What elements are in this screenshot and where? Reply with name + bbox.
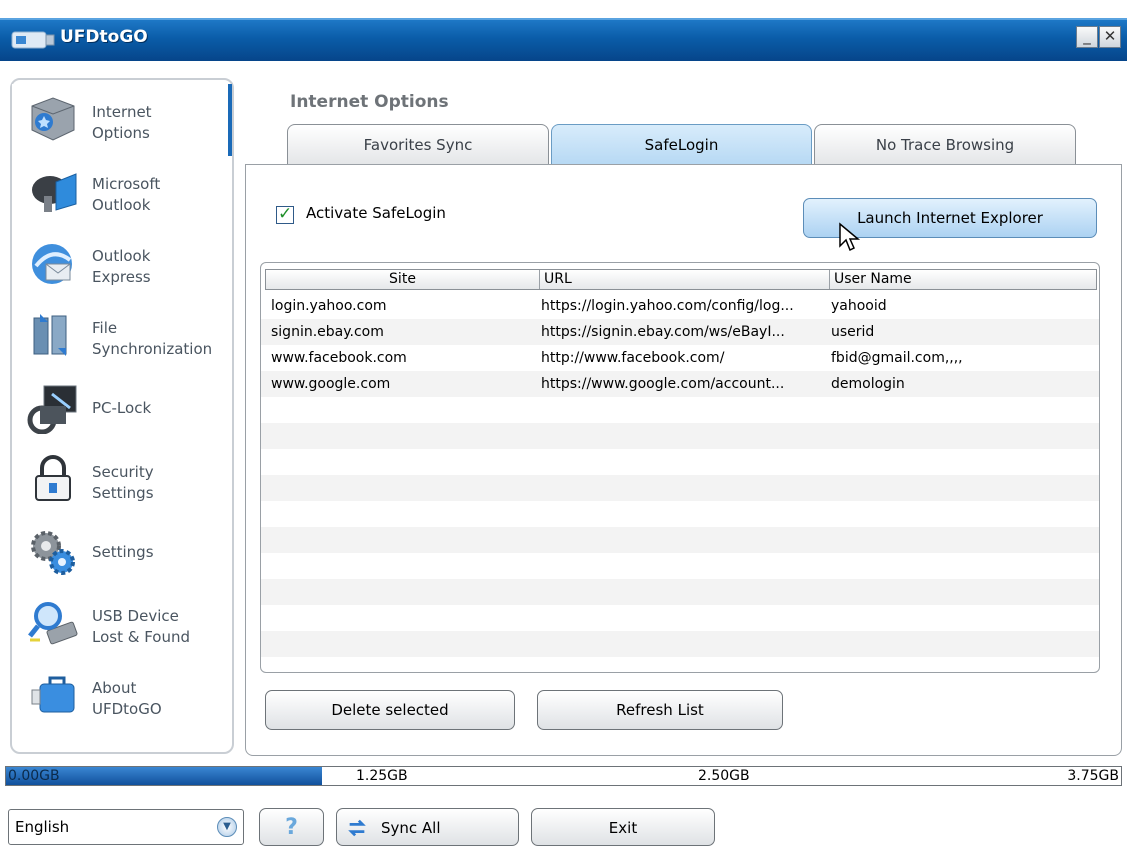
button-label: Refresh List bbox=[616, 701, 704, 719]
cell-url: http://www.facebook.com/ bbox=[541, 350, 725, 366]
sidebar-item-label: File Synchronization bbox=[92, 319, 213, 358]
button-label: Sync All bbox=[381, 819, 441, 837]
outlook-express-icon bbox=[32, 244, 72, 284]
minimize-icon: _ bbox=[1083, 27, 1091, 45]
app-window: UFDtoGO _ ✕ Internet Options Microsoft O bbox=[0, 0, 1127, 850]
section-title: Internet Options bbox=[290, 92, 449, 112]
tab-label: Favorites Sync bbox=[363, 136, 473, 154]
cell-site: www.google.com bbox=[271, 376, 391, 392]
sidebar-item-pc-lock[interactable]: PC-Lock bbox=[12, 372, 232, 444]
tab-favorites-sync[interactable]: Favorites Sync bbox=[287, 124, 549, 164]
storage-usage-bar: 0.00GB 1.25GB 2.50GB 3.75GB bbox=[5, 766, 1122, 786]
sidebar-item-settings[interactable]: Settings bbox=[12, 516, 232, 588]
tab-label: SafeLogin bbox=[644, 136, 719, 154]
cell-user-name: yahooid bbox=[831, 298, 887, 314]
button-label: Delete selected bbox=[331, 701, 449, 719]
gears-icon bbox=[31, 531, 75, 575]
storage-label-0: 0.00GB bbox=[8, 768, 60, 784]
sidebar-item-label: Microsoft Outlook bbox=[92, 175, 161, 214]
cell-url: https://signin.ebay.com/ws/eBayI... bbox=[541, 324, 785, 340]
table-row[interactable] bbox=[261, 605, 1099, 631]
minimize-button[interactable]: _ bbox=[1076, 26, 1098, 48]
language-select[interactable]: English ▼ bbox=[8, 809, 244, 845]
storage-label-1: 1.25GB bbox=[356, 768, 408, 784]
delete-selected-button[interactable]: Delete selected bbox=[265, 690, 515, 730]
close-icon: ✕ bbox=[1103, 27, 1117, 45]
table-row[interactable]: signin.ebay.com https://signin.ebay.com/w… bbox=[261, 319, 1099, 345]
table-row[interactable] bbox=[261, 631, 1099, 657]
cell-url: https://login.yahoo.com/config/log... bbox=[541, 298, 794, 314]
outlook-icon bbox=[32, 173, 77, 212]
pc-lock-icon bbox=[27, 385, 77, 434]
title-bar[interactable]: UFDtoGO _ ✕ bbox=[0, 18, 1127, 61]
list-header: Site URL User Name bbox=[265, 269, 1097, 290]
tab-no-trace-browsing[interactable]: No Trace Browsing bbox=[814, 124, 1076, 164]
sidebar-item-internet-options[interactable]: Internet Options bbox=[12, 84, 232, 156]
internet-options-icon bbox=[31, 97, 75, 141]
sidebar-item-outlook-express[interactable]: Outlook Express bbox=[12, 228, 232, 300]
cell-site: signin.ebay.com bbox=[271, 324, 384, 340]
table-row[interactable]: www.facebook.com http://www.facebook.com/… bbox=[261, 345, 1099, 371]
sidebar-item-microsoft-outlook[interactable]: Microsoft Outlook bbox=[12, 156, 232, 228]
sidebar-item-about[interactable]: About UFDtoGO bbox=[12, 660, 232, 732]
table-row[interactable] bbox=[261, 449, 1099, 475]
cell-url: https://www.google.com/account... bbox=[541, 376, 785, 392]
language-value: English bbox=[15, 818, 70, 836]
button-label: Launch Internet Explorer bbox=[857, 209, 1043, 227]
question-mark-icon: ? bbox=[285, 815, 298, 840]
sidebar-item-label: Security Settings bbox=[92, 463, 154, 502]
sidebar-item-label: Settings bbox=[92, 543, 154, 561]
usb-drive-app-icon bbox=[11, 31, 55, 49]
activate-safelogin-checkbox[interactable]: ✓ bbox=[276, 204, 294, 224]
table-row[interactable] bbox=[261, 579, 1099, 605]
file-sync-icon bbox=[33, 314, 67, 356]
sidebar-item-usb-lost-found[interactable]: USB Device Lost & Found bbox=[12, 588, 232, 660]
help-button[interactable]: ? bbox=[259, 808, 324, 846]
sync-arrows-icon bbox=[348, 819, 366, 837]
cell-user-name: demologin bbox=[831, 376, 905, 392]
sidebar-item-label: USB Device Lost & Found bbox=[92, 607, 191, 646]
cell-site: login.yahoo.com bbox=[271, 298, 387, 314]
window-title: UFDtoGO bbox=[60, 27, 148, 47]
table-row[interactable]: login.yahoo.com https://login.yahoo.com/c… bbox=[261, 293, 1099, 319]
cell-user-name: userid bbox=[831, 324, 875, 340]
sidebar-item-file-synchronization[interactable]: File Synchronization bbox=[12, 300, 232, 372]
security-lock-icon bbox=[35, 455, 71, 501]
table-row[interactable] bbox=[261, 397, 1099, 423]
sidebar-item-security-settings[interactable]: Security Settings bbox=[12, 444, 232, 516]
cell-user-name: fbid@gmail.com,,,, bbox=[831, 350, 963, 366]
close-button[interactable]: ✕ bbox=[1099, 26, 1121, 48]
exit-button[interactable]: Exit bbox=[531, 808, 715, 846]
table-row[interactable] bbox=[261, 475, 1099, 501]
table-row[interactable] bbox=[261, 527, 1099, 553]
column-header-url[interactable]: URL bbox=[540, 270, 830, 289]
tab-safelogin[interactable]: SafeLogin bbox=[551, 124, 812, 164]
storage-label-2: 2.50GB bbox=[698, 768, 750, 784]
about-bag-icon bbox=[31, 676, 75, 713]
cell-site: www.facebook.com bbox=[271, 350, 407, 366]
column-header-user-name[interactable]: User Name bbox=[830, 270, 1098, 289]
table-row[interactable] bbox=[261, 553, 1099, 579]
activate-safelogin-label[interactable]: Activate SafeLogin bbox=[306, 204, 446, 222]
table-row[interactable] bbox=[261, 423, 1099, 449]
sidebar-item-label: Internet Options bbox=[92, 103, 152, 142]
sidebar-item-label: Outlook Express bbox=[92, 247, 151, 286]
sync-all-button[interactable]: Sync All bbox=[336, 808, 519, 846]
table-row[interactable]: www.google.com https://www.google.com/acc… bbox=[261, 371, 1099, 397]
chevron-down-icon[interactable]: ▼ bbox=[217, 817, 237, 837]
checkmark-icon: ✓ bbox=[278, 204, 293, 224]
safelogin-list[interactable]: Site URL User Name login.yahoo.com https:… bbox=[260, 262, 1100, 673]
storage-label-3: 3.75GB bbox=[1067, 768, 1119, 784]
column-header-site[interactable]: Site bbox=[266, 270, 540, 289]
refresh-list-button[interactable]: Refresh List bbox=[537, 690, 783, 730]
usb-search-icon bbox=[28, 602, 78, 645]
sidebar-item-label: About UFDtoGO bbox=[92, 679, 162, 718]
sidebar-item-label: PC-Lock bbox=[92, 399, 152, 417]
table-row[interactable] bbox=[261, 501, 1099, 527]
mouse-cursor-icon bbox=[839, 222, 861, 252]
table-row[interactable] bbox=[261, 657, 1099, 672]
tab-label: No Trace Browsing bbox=[875, 136, 1015, 154]
button-label: Exit bbox=[608, 819, 638, 837]
sidebar: Internet Options Microsoft Outlook Outlo… bbox=[10, 78, 234, 754]
